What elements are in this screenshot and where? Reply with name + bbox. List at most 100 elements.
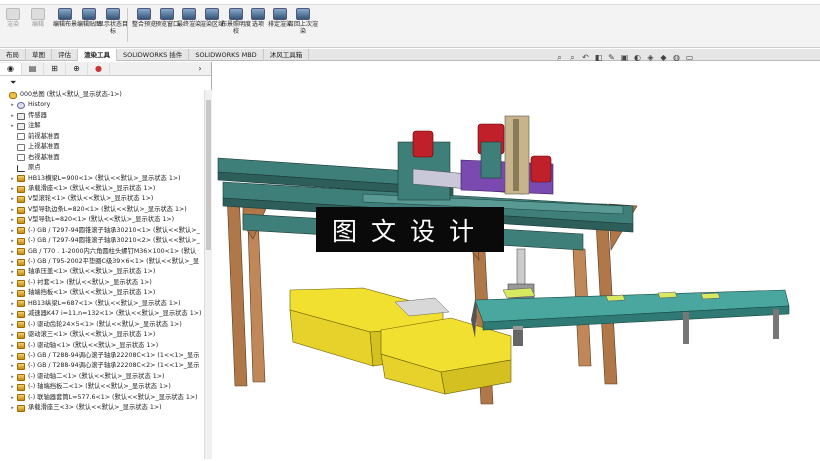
tab-render-tools[interactable]: 渲染工具 xyxy=(78,49,117,61)
tree-item[interactable]: ▸ GB / T70 . 1-2000内六角圆柱头螺钉M36×100<1> (默认 xyxy=(0,247,204,257)
feature-tree-tab[interactable]: ◉ xyxy=(0,62,22,75)
tree-item[interactable]: 原点 xyxy=(0,163,204,173)
tab-sketch[interactable]: 草图 xyxy=(26,49,52,61)
part-icon xyxy=(17,290,25,298)
scroll-thumb[interactable] xyxy=(206,100,211,250)
illumination-icon xyxy=(229,8,243,20)
tree-item[interactable]: ▸ 传感器 xyxy=(0,111,204,121)
zoom-area-icon[interactable]: ⌕ xyxy=(568,53,577,62)
tree-item[interactable]: ▸ 轴端挡板<1> (默认<<默认>_显示状态 1>) xyxy=(0,288,204,298)
tree-item[interactable]: ▸ HB13纵梁L=687<1> (默认<<默认>_显示状态 1>) xyxy=(0,299,204,309)
tree-item[interactable]: ▸ 承载滑座三<3> (默认<<默认>_显示状态 1>) xyxy=(0,403,204,413)
tab-evaluate[interactable]: 评估 xyxy=(52,49,78,61)
tree-item[interactable]: ▸ (-) 轴端挡板二<1> (默认<<默认>_显示状态 1>) xyxy=(0,382,204,392)
expand-icon[interactable]: ▸ xyxy=(8,226,17,236)
tree-item-label: History xyxy=(28,101,51,109)
tree-item[interactable]: ▸ (-) GB / T95-2002平垫圈C级39×6<1> (默认<<默认>_… xyxy=(0,257,204,267)
display-state-target-button[interactable]: 显示状态目标 xyxy=(98,8,128,35)
expand-icon[interactable]: ▸ xyxy=(8,382,17,392)
feature-manager-panel: ◉ ▤ ⊞ ⊕ ● › ⏷ 000总图 (默认<默认_显示状态-1>) ▸ His… xyxy=(0,62,212,459)
expand-icon[interactable]: ▸ xyxy=(8,205,17,215)
tree-item-label: (-) GB / T288-94调心滚子轴承22208C<2> (1<<1>_显… xyxy=(28,362,200,370)
expand-icon[interactable]: ▸ xyxy=(8,288,17,298)
origin-icon xyxy=(17,164,25,172)
zoom-fit-icon[interactable]: ⌕ xyxy=(555,53,564,62)
tree-item[interactable]: ▸ (-) GB / T288-94调心滚子轴承22208C<1> (1<<1>_… xyxy=(0,351,204,361)
expand-icon[interactable]: ▸ xyxy=(8,278,17,288)
expand-icon[interactable]: ▸ xyxy=(8,194,17,204)
apply-scene-icon[interactable]: ◍ xyxy=(672,53,681,62)
dimxpert-tab[interactable]: ⊕ xyxy=(66,62,88,75)
part-icon xyxy=(17,363,25,371)
ribbon-separator xyxy=(127,8,128,42)
edit-appearance-icon[interactable]: ◆ xyxy=(659,53,668,62)
tree-item-label: 承载滑座三<3> (默认<<默认>_显示状态 1>) xyxy=(28,404,162,412)
expand-icon[interactable]: ▸ xyxy=(8,299,17,309)
expand-icon[interactable]: ▸ xyxy=(8,309,17,319)
tree-item[interactable]: ▸ HB13横梁L=900<1> (默认<<默认>_显示状态 1>) xyxy=(0,174,204,184)
expand-icon[interactable]: ▸ xyxy=(8,330,17,340)
property-manager-tab[interactable]: ▤ xyxy=(22,62,44,75)
tree-item[interactable]: ▸ (-) 联轴器套筒L=577.6<1> (默认<<默认>_显示状态 1>) xyxy=(0,393,204,403)
tree-item[interactable]: ▸ (-) 驱动轴<1> (默认<<默认>_显示状态 1>) xyxy=(0,341,204,351)
expand-icon[interactable]: ▸ xyxy=(8,341,17,351)
view-orientation-icon[interactable]: ▣ xyxy=(620,53,629,62)
tree-item[interactable]: ▸ 减速器K47 i=11,n=132<1> (默认<<默认>_显示状态 1>) xyxy=(0,309,204,319)
expand-icon[interactable]: ▸ xyxy=(8,320,17,330)
tree-item[interactable]: ▸ V型导轨L=820<1> (默认<<默认>_显示状态 1>) xyxy=(0,215,204,225)
tree-item[interactable]: ▸ (-) 驱动轴二<1> (默认<<默认>_显示状态 1>) xyxy=(0,372,204,382)
expand-icon[interactable]: ▸ xyxy=(8,247,17,257)
tree-scrollbar[interactable] xyxy=(204,90,212,459)
expand-icon[interactable]: ▸ xyxy=(8,267,17,277)
previous-view-icon[interactable]: ↶ xyxy=(581,53,590,62)
tree-item[interactable]: 前视基准面 xyxy=(0,132,204,142)
view-settings-icon[interactable]: ▭ xyxy=(685,53,694,62)
tree-item[interactable]: ▸ V型滚轮<1> (默认<<默认>_显示状态 1>) xyxy=(0,194,204,204)
expand-icon[interactable]: ▸ xyxy=(8,174,17,184)
configuration-tab[interactable]: ⊞ xyxy=(44,62,66,75)
tree-item[interactable]: ▸ (-) GB / T297-94圆锥滚子轴承30210<1> (默认<<默认>… xyxy=(0,226,204,236)
tree-item[interactable]: ▸ History xyxy=(0,100,204,110)
tree-item[interactable]: ▸ (-) GB / T288-94调心滚子轴承22208C<2> (1<<1>_… xyxy=(0,361,204,371)
expand-icon[interactable]: ▸ xyxy=(8,403,17,413)
tree-item[interactable]: ▸ 轴承压盖<1> (默认<<默认>_显示状态 1>) xyxy=(0,267,204,277)
expand-icon[interactable]: ▸ xyxy=(8,100,17,110)
display-style-icon[interactable]: ◐ xyxy=(633,53,642,62)
expand-icon[interactable]: ▸ xyxy=(8,236,17,246)
dynamic-annotation-icon[interactable]: ✎ xyxy=(607,53,616,62)
expand-icon[interactable]: ▸ xyxy=(8,111,17,121)
graphics-area[interactable] xyxy=(213,64,820,459)
tree-item[interactable]: ▸ (-) 驱动齿轮24×5<1> (默认<<默认>_显示状态 1>) xyxy=(0,320,204,330)
expand-icon[interactable]: ▸ xyxy=(8,393,17,403)
section-view-icon[interactable]: ◧ xyxy=(594,53,603,62)
hide-show-icon[interactable]: ◈ xyxy=(646,53,655,62)
tree-item-label: HB13纵梁L=687<1> (默认<<默认>_显示状态 1>) xyxy=(28,299,181,307)
tree-item[interactable]: 右视基准面 xyxy=(0,153,204,163)
filter-icon: ⏷ xyxy=(10,77,17,87)
tab-layout[interactable]: 布局 xyxy=(0,49,26,61)
tree-item[interactable]: ▸ 注解 xyxy=(0,121,204,131)
recall-last-render-button[interactable]: 召回上次渲染 xyxy=(288,8,318,35)
expand-icon[interactable]: ▸ xyxy=(8,351,17,361)
tree-root[interactable]: 000总图 (默认<默认_显示状态-1>) xyxy=(0,90,204,100)
expand-icon[interactable]: ▸ xyxy=(8,184,17,194)
expand-icon[interactable]: ▸ xyxy=(8,361,17,371)
tree-item[interactable]: 上视基准面 xyxy=(0,142,204,152)
tree-item[interactable]: ▸ V型导轨边条L=820<1> (默认<<默认>_显示状态 1>) xyxy=(0,205,204,215)
edit-button[interactable]: 编辑 xyxy=(25,8,51,28)
tree-item[interactable]: ▸ (-) 衬套<1> (默认<<默认>_显示状态 1>) xyxy=(0,278,204,288)
expand-icon[interactable]: ▸ xyxy=(8,121,17,131)
expand-icon[interactable]: ▸ xyxy=(8,372,17,382)
motor xyxy=(530,155,552,183)
expand-icon[interactable]: ▸ xyxy=(8,257,17,267)
tree-filter[interactable]: ⏷ xyxy=(0,76,211,89)
expand-icon[interactable]: ▸ xyxy=(8,215,17,225)
tree-item[interactable]: ▸ 承载滑座<1> (默认<<默认>_显示状态 1>) xyxy=(0,184,204,194)
tab-solidworks-addins[interactable]: SOLIDWORKS 插件 xyxy=(117,49,190,61)
part-icon xyxy=(17,352,25,360)
tree-item[interactable]: ▸ 驱动滚三<1> (默认<<默认>_显示状态 1>) xyxy=(0,330,204,340)
tree-item[interactable]: ▸ (-) GB / T297-94圆锥滚子轴承30210<2> (默认<<默认>… xyxy=(0,236,204,246)
panel-expand-button[interactable]: › xyxy=(189,63,211,75)
part-icon xyxy=(17,237,25,245)
display-manager-tab[interactable]: ● xyxy=(88,62,110,75)
